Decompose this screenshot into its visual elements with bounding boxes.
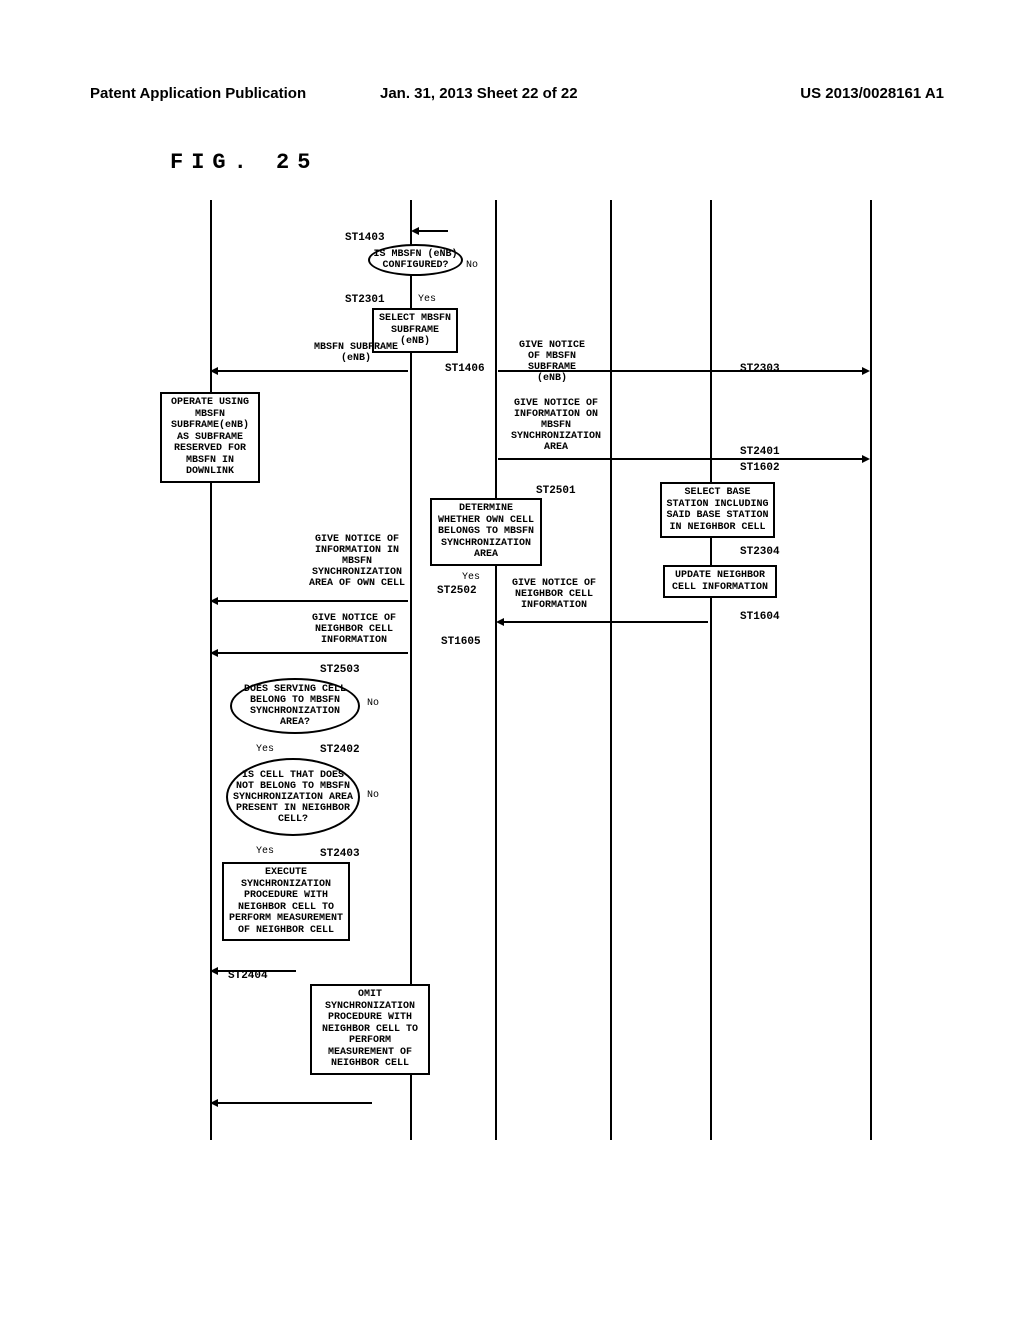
label-st2503: ST2503	[320, 664, 360, 676]
box-omit-sync: OMIT SYNCHRONIZATION PROCEDURE WITH NEIG…	[310, 984, 430, 1075]
sequence-diagram: ST1403 IS MBSFN (eNB) CONFIGURED? No ST2…	[150, 200, 880, 1150]
label-st1604: ST1604	[740, 611, 780, 623]
label-st2304: ST2304	[740, 546, 780, 558]
label-st1602: ST1602	[740, 462, 780, 474]
label-st2301: ST2301	[345, 294, 385, 306]
label-st1403: ST1403	[345, 232, 385, 244]
arrow-st1605	[212, 652, 408, 654]
msg-give-notice-subframe: GIVE NOTICE OF MBSFN SUBFRAME (eNB)	[512, 340, 592, 384]
lifeline-5	[710, 200, 712, 1140]
label-st2401: ST2401	[740, 446, 780, 458]
lifeline-6	[870, 200, 872, 1140]
box-execute-sync: EXECUTE SYNCHRONIZATION PROCEDURE WITH N…	[222, 862, 350, 941]
msg-neighbor-right: GIVE NOTICE OF NEIGHBOR CELL INFORMATION	[508, 578, 600, 611]
decision-serving-belong: DOES SERVING CELL BELONG TO MBSFN SYNCHR…	[230, 678, 360, 734]
lifeline-3	[495, 200, 497, 1140]
box-operate-using: OPERATE USING MBSFN SUBFRAME(eNB) AS SUB…	[160, 392, 260, 483]
lifeline-1	[210, 200, 212, 1140]
label-st2404: ST2404	[228, 970, 268, 982]
decision-mbsfn-config: IS MBSFN (eNB) CONFIGURED?	[368, 244, 463, 276]
label-yes-2: Yes	[462, 572, 480, 583]
box-select-base: SELECT BASE STATION INCLUDING SAID BASE …	[660, 482, 775, 538]
label-yes-4: Yes	[256, 846, 274, 857]
lifeline-4	[610, 200, 612, 1140]
label-st2501: ST2501	[536, 485, 576, 497]
msg-sync-own: GIVE NOTICE OF INFORMATION IN MBSFN SYNC…	[308, 534, 406, 589]
label-st1406: ST1406	[445, 363, 485, 375]
decision-cell-not-belong: IS CELL THAT DOES NOT BELONG TO MBSFN SY…	[226, 758, 360, 836]
label-st1605: ST1605	[441, 636, 481, 648]
box-determine-own: DETERMINE WHETHER OWN CELL BELONGS TO MB…	[430, 498, 542, 566]
label-no-2: No	[367, 698, 379, 709]
header-left: Patent Application Publication	[90, 85, 306, 102]
label-yes-1: Yes	[418, 294, 436, 305]
arrow-neighbor-right	[498, 621, 708, 623]
msg-sync-area: GIVE NOTICE OF INFORMATION ON MBSFN SYNC…	[510, 398, 602, 453]
header-right: US 2013/0028161 A1	[800, 85, 944, 102]
label-st2402: ST2402	[320, 744, 360, 756]
msg-neighbor-left: GIVE NOTICE OF NEIGHBOR CELL INFORMATION	[308, 613, 400, 646]
header-center: Jan. 31, 2013 Sheet 22 of 22	[380, 85, 578, 102]
msg-mbsfn-subframe: MBSFN SUBFRAME (eNB)	[312, 342, 400, 364]
figure-label: FIG. 25	[170, 150, 318, 175]
arrow-st2303	[498, 370, 868, 372]
label-st2303: ST2303	[740, 363, 780, 375]
label-no-1: No	[466, 260, 478, 271]
label-no-3: No	[367, 790, 379, 801]
arrow-st1406	[212, 370, 408, 372]
box-update-neighbor: UPDATE NEIGHBOR CELL INFORMATION	[663, 565, 777, 598]
label-st2403: ST2403	[320, 848, 360, 860]
label-yes-3: Yes	[256, 744, 274, 755]
arrow-into-st1403	[413, 230, 448, 232]
arrow-st2401	[498, 458, 868, 460]
arrow-st2502	[212, 600, 408, 602]
label-st2502: ST2502	[437, 585, 477, 597]
arrow-after-omit	[212, 1102, 372, 1104]
